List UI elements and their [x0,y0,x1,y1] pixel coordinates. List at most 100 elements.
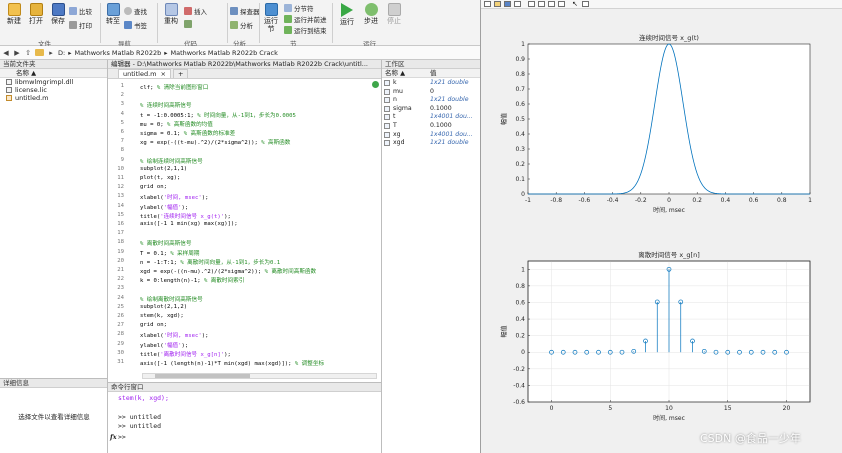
scrollbar-thumb[interactable] [155,374,250,378]
y-tick-label: 0.8 [515,283,525,290]
line-number: 3 [120,101,124,108]
print-figure-icon[interactable] [514,1,521,7]
run-icon [341,3,353,17]
insert-legend-icon[interactable] [548,1,555,7]
analyze-icon [230,21,238,29]
close-icon[interactable]: × [160,70,165,78]
hide-plot-tools-icon[interactable] [558,1,565,7]
code-string: '连续时间信号 x_g(t)' [160,213,225,220]
value-column-header[interactable]: 值 [430,69,437,78]
add-tab-button[interactable]: + [172,69,189,78]
workspace-variable[interactable]: n 1x21 double [382,96,480,104]
link-plot-icon[interactable] [528,1,535,7]
variable-name: mu [393,87,403,95]
open-button[interactable]: 打开 [25,3,47,25]
variable-value: 1x4001 dou... [430,113,473,121]
file-item[interactable]: libmwlmgrimpl.dll [0,78,107,86]
line-number: 5 [120,119,124,126]
command-prompt[interactable]: >> [118,433,126,441]
save-button[interactable]: 保存 [47,3,69,25]
y-tick-label: 0.8 [515,71,525,78]
workspace-variable[interactable]: k 1x21 double [382,79,480,87]
section-break-button[interactable]: 分节符 [284,3,314,13]
up-folder-icon[interactable]: ⇧ [24,49,32,57]
run-button[interactable]: 运行 [336,3,358,26]
refactor-button[interactable]: 重构 [160,3,182,25]
workspace-panel: 工作区 名称 ▲ 值 k 1x21 double mu 0 n 1x21 double si… [382,60,480,453]
run-section-button[interactable]: 运行节 [261,3,281,33]
compare-button[interactable]: 比较 [69,6,92,16]
print-button[interactable]: 打印 [69,20,92,30]
file-icon [6,87,12,93]
goto-button[interactable]: 转至 [104,3,122,25]
comment-button[interactable] [184,20,192,28]
details-message: 选择文件以查看详细信息 [18,413,90,421]
figure-canvas: -1 -0.8 -0.6 -0.4 -0.2 0 0.2 0.4 0.6 0.8 100.10.20… [500,33,812,422]
name-column-header[interactable]: 名称 ▲ [0,69,107,78]
run-advance-button[interactable]: 运行并前进 [284,14,327,24]
y-tick-label: 0.9 [515,56,525,63]
tab-untitled[interactable]: untitled.m × [118,69,171,78]
command-window[interactable]: 命令行窗口 stem(k, xgd); >> untitled >> untit… [108,382,382,453]
code-text: n = -1:T:1; [140,259,181,266]
code-comment: % 清除当前图形窗口 [156,85,209,91]
workspace-variable[interactable]: t 1x4001 dou... [382,113,480,121]
fx-icon[interactable]: fx [110,433,117,441]
details-panel: 详细信息 选择文件以查看详细信息 [0,378,108,453]
workspace-variable[interactable]: xgd 1x21 double [382,139,480,147]
insert-button[interactable]: 插入 [184,6,207,16]
variable-name: t [393,113,396,121]
workspace-variable[interactable]: mu 0 [382,88,480,96]
stop-button[interactable]: 停止 [383,3,405,25]
step-button[interactable]: 步进 [360,3,382,25]
open-figure-icon[interactable] [494,1,501,7]
run-to-end-button[interactable]: 运行到结束 [284,25,327,35]
save-figure-icon[interactable] [504,1,511,7]
file-item[interactable]: license.lic [0,86,107,94]
figure-toolbar: ↖ [481,0,842,9]
code-line: clf; % 清除当前图形窗口 [140,83,208,91]
separator [227,3,228,43]
insert-colorbar-icon[interactable] [538,1,545,7]
y-tick-label: 0.4 [515,316,525,323]
toolstrip: 新建 打开 保存 比较 打印 文件 转至 查找 书签 导航 重构 插入 代码 探… [0,0,480,48]
path-folder[interactable]: Mathworks Matlab R2022b Crack [170,49,277,57]
analyze-button[interactable]: 分析 [230,20,253,30]
profiler-button[interactable]: 探查器 [230,6,260,16]
watermark: CSDN @食品一少年 [700,432,801,445]
editor-panel: 编辑器 - D:\Mathworks Matlab R2022b\Mathwor… [108,60,382,382]
editor-horizontal-scrollbar[interactable] [142,373,377,379]
file-item[interactable]: untitled.m [0,94,107,102]
back-icon[interactable]: ◀ [2,49,10,57]
variable-value: 1x4001 dou... [430,130,473,138]
forward-icon[interactable]: ▶ [13,49,21,57]
line-number: 2 [120,92,124,99]
browse-folder-icon[interactable] [35,49,44,56]
m-file-icon [6,95,12,101]
path-drive[interactable]: D: [58,49,65,57]
workspace-variable[interactable]: T 0.1000 [382,122,480,130]
refactor-icon [164,3,178,16]
path-folder[interactable]: Mathworks Matlab R2022b [74,49,161,57]
name-column-header[interactable]: 名称 ▲ [385,69,405,77]
run-section-icon [264,3,278,16]
bookmark-button[interactable]: 书签 [124,20,147,30]
code-line: mu = 0; % 高斯函数的均值 [140,120,213,128]
plot-area [527,43,811,195]
command-window-title: 命令行窗口 [108,383,381,392]
code-area[interactable]: 1 clf; % 清除当前图形窗口 2 3% 连续时间高斯信号 4 t = -1:0.00… [108,80,380,375]
variable-icon [384,123,390,129]
code-text: ); [201,195,209,202]
code-text: xg = exp(-((t-mu).^2)/(2*sigma^2)); [140,140,262,147]
workspace-variable[interactable]: sigma 0.1000 [382,105,480,113]
variable-value: 0.1000 [430,122,452,129]
find-button[interactable]: 查找 [124,6,147,16]
edit-plot-arrow-icon[interactable]: ↖ [572,1,579,8]
code-text: xlabel( [140,195,164,202]
new-button[interactable]: 新建 [3,3,25,25]
address-bar: ◀ ▶ ⇧ ▸ D: ▸ Mathworks Matlab R2022b ▸ M… [0,46,480,60]
new-figure-icon[interactable] [484,1,491,7]
workspace-variable[interactable]: xg 1x4001 dou... [382,131,480,139]
property-inspector-icon[interactable] [582,1,589,7]
code-line: subplot(2,1,1) [140,166,187,172]
